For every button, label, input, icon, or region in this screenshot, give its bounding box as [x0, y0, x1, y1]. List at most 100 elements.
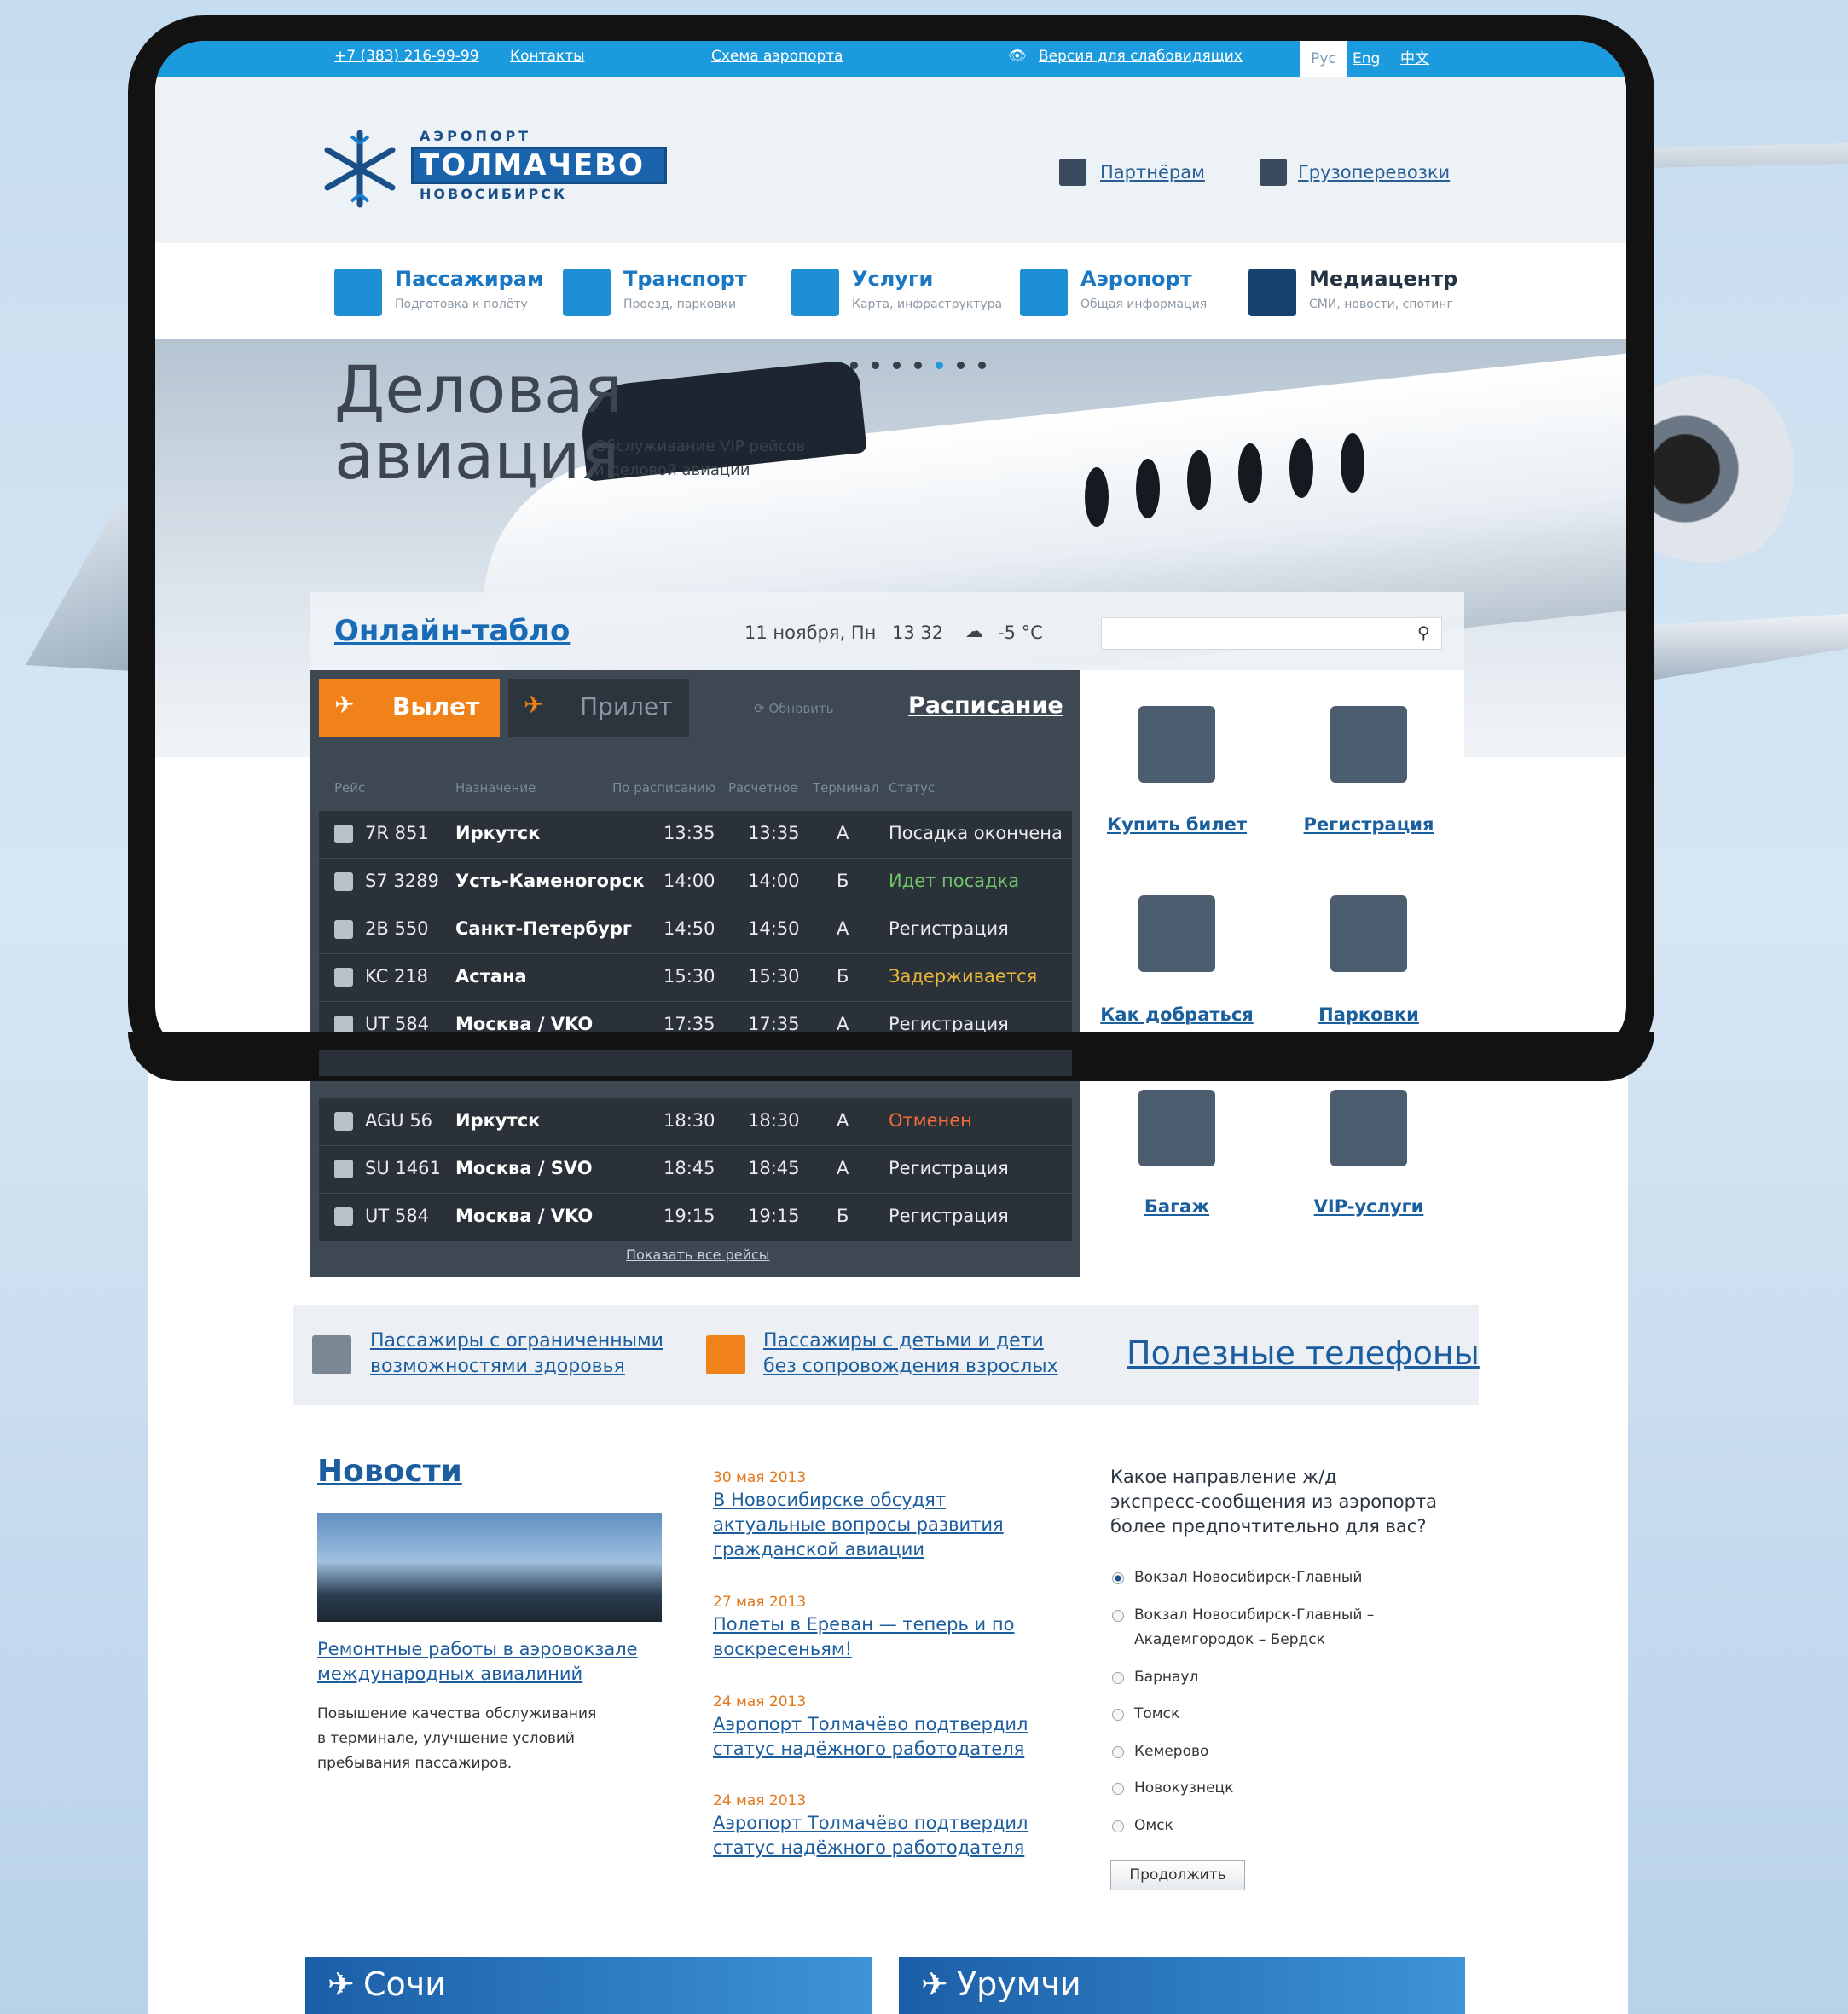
airport-map-link[interactable]: Схема аэропорта — [711, 48, 843, 65]
flight-terminal: А — [837, 1110, 849, 1131]
news-title[interactable]: Новости — [317, 1454, 462, 1489]
phone-link[interactable]: +7 (383) 216-99-99 — [334, 48, 479, 65]
nav-passengers[interactable]: Пассажирам — [395, 267, 544, 291]
logo-main-text: ТОЛМАЧЕВО — [420, 148, 646, 182]
accessibility-link[interactable]: Версия для слабовидящих — [1039, 48, 1243, 65]
service-link[interactable]: Багаж — [1144, 1196, 1209, 1217]
poll-radio[interactable] — [1112, 1820, 1124, 1832]
flight-destination: Усть-Каменогорск — [455, 871, 645, 891]
checkin-monitor-icon[interactable] — [1330, 706, 1407, 783]
board-title[interactable]: Онлайн-табло — [334, 614, 570, 648]
flight-scheduled-time: 13:35 — [663, 823, 715, 843]
flight-destination: Астана — [455, 966, 527, 987]
departure-tab[interactable]: ✈ Вылет — [319, 679, 500, 737]
news-date: 27 мая 2013 — [713, 1594, 807, 1611]
news-link[interactable]: Аэропорт Толмачёво подтвердил статус над… — [713, 1712, 1028, 1762]
service-link[interactable]: Купить билет — [1107, 814, 1247, 835]
flight-status: Регистрация — [889, 918, 1009, 939]
poll-radio[interactable] — [1112, 1672, 1124, 1684]
schedule-link[interactable]: Расписание — [908, 692, 1063, 719]
hero-subtitle: Обслуживание VIP рейсов и деловой авиаци… — [594, 437, 806, 479]
flight-destination: Санкт-Петербург — [455, 918, 632, 939]
news-date: 24 мая 2013 — [713, 1693, 807, 1710]
nav-transport[interactable]: Транспорт — [623, 267, 747, 291]
poll-radio[interactable] — [1112, 1572, 1124, 1584]
slider-dot[interactable] — [914, 362, 922, 369]
flight-destination: Иркутск — [455, 1110, 541, 1131]
flight-status: Регистрация — [889, 1158, 1009, 1178]
slider-dot[interactable] — [893, 362, 901, 369]
slider-dot-active[interactable] — [936, 362, 943, 369]
service-link[interactable]: VIP-услуги — [1314, 1196, 1424, 1217]
refresh-button[interactable]: ⟳ Обновить — [754, 701, 834, 716]
flight-terminal: А — [837, 1158, 849, 1178]
flight-estimated-time: 18:30 — [748, 1110, 800, 1131]
news-link[interactable]: Полеты в Ереван — теперь и по воскресень… — [713, 1612, 1014, 1662]
promo-urumqi-title: Урумчи — [957, 1965, 1081, 2003]
tablet-screen-edge — [155, 1006, 1626, 1056]
search-icon[interactable]: ⚲ — [1417, 622, 1430, 643]
nav-mediacenter[interactable]: Медиацентр — [1309, 267, 1457, 291]
promo-plane-icon: ✈ — [327, 1965, 355, 2003]
slider-dot[interactable] — [957, 362, 965, 369]
partners-link[interactable]: Партнёрам — [1100, 162, 1205, 182]
nav-services[interactable]: Услуги — [852, 267, 933, 291]
poll-radio[interactable] — [1112, 1610, 1124, 1622]
disabled-passengers-link[interactable]: Пассажиры с ограниченными возможностями … — [370, 1328, 663, 1380]
car-icon — [563, 269, 611, 316]
vip-seat-icon[interactable] — [1330, 1090, 1407, 1166]
poll-continue-button[interactable]: Продолжить — [1110, 1860, 1245, 1890]
flight-destination: Москва / VKO — [455, 1206, 594, 1226]
flight-status: Задерживается — [889, 966, 1038, 987]
slider-dot[interactable] — [850, 362, 858, 369]
main-news-link[interactable]: Ремонтные работы в аэровокзале междунаро… — [317, 1637, 638, 1687]
lang-en[interactable]: Eng — [1353, 41, 1380, 77]
airline-logo-icon — [334, 1160, 353, 1178]
passport-icon[interactable] — [1138, 706, 1215, 783]
poll-option-label: Вокзал Новосибирск-Главный – Академгород… — [1134, 1606, 1375, 1648]
promo-sochi[interactable]: ✈ Сочи — [305, 1957, 872, 2014]
terminal-photo[interactable] — [317, 1513, 662, 1622]
parking-icon[interactable] — [1330, 895, 1407, 972]
map-pin-icon[interactable] — [1138, 895, 1215, 972]
col-destination: Назначение — [455, 780, 536, 796]
board-search-input[interactable] — [1101, 617, 1442, 650]
service-link[interactable]: Регистрация — [1304, 814, 1434, 835]
lang-ru[interactable]: Рус — [1300, 41, 1347, 77]
poll-option-label: Вокзал Новосибирск-Главный — [1134, 1569, 1363, 1586]
poll-option-label: Омск — [1134, 1817, 1173, 1834]
contacts-link[interactable]: Контакты — [510, 48, 585, 65]
arrival-tab[interactable]: ✈ Прилет — [508, 679, 689, 737]
child-icon — [706, 1335, 745, 1374]
slider-dots — [850, 362, 986, 369]
news-link[interactable]: Аэропорт Толмачёво подтвердил статус над… — [713, 1811, 1028, 1861]
slider-dot[interactable] — [872, 362, 879, 369]
arrival-tab-label: Прилет — [580, 692, 673, 721]
airline-logo-icon — [334, 825, 353, 843]
flight-number: 7R 851 — [365, 823, 429, 843]
useful-phones-link[interactable]: Полезные телефоны — [1127, 1334, 1480, 1372]
flight-scheduled-time: 15:30 — [663, 966, 715, 987]
slider-dot[interactable] — [978, 362, 986, 369]
flight-estimated-time: 18:45 — [748, 1158, 800, 1178]
nav-airport[interactable]: Аэропорт — [1080, 267, 1192, 291]
table-row-partial — [319, 1050, 1072, 1076]
flight-terminal: Б — [837, 871, 849, 891]
poll-radio[interactable] — [1112, 1746, 1124, 1758]
poll-radio[interactable] — [1112, 1709, 1124, 1721]
show-all-flights-link[interactable]: Показать все рейсы — [626, 1247, 769, 1263]
news-link[interactable]: В Новосибирске обсудят актуальные вопрос… — [713, 1488, 1004, 1562]
children-passengers-link[interactable]: Пассажиры с детьми и дети без сопровожде… — [763, 1328, 1058, 1380]
luggage-icon[interactable] — [1138, 1090, 1215, 1166]
poll-option-label: Барнаул — [1134, 1669, 1199, 1686]
plane-window — [1341, 433, 1364, 493]
promo-urumqi[interactable]: ✈ Урумчи — [899, 1957, 1465, 2014]
col-terminal: Терминал — [813, 780, 879, 796]
lang-zh[interactable]: 中文 — [1400, 41, 1429, 77]
flight-status: Идет посадка — [889, 871, 1020, 891]
main-nav: Пассажирам Подготовка к полёту Транспорт… — [155, 243, 1626, 339]
flight-scheduled-time: 18:30 — [663, 1110, 715, 1131]
cargo-link[interactable]: Грузоперевозки — [1298, 162, 1450, 182]
nav-passengers-sub: Подготовка к полёту — [395, 298, 528, 311]
poll-radio[interactable] — [1112, 1783, 1124, 1795]
